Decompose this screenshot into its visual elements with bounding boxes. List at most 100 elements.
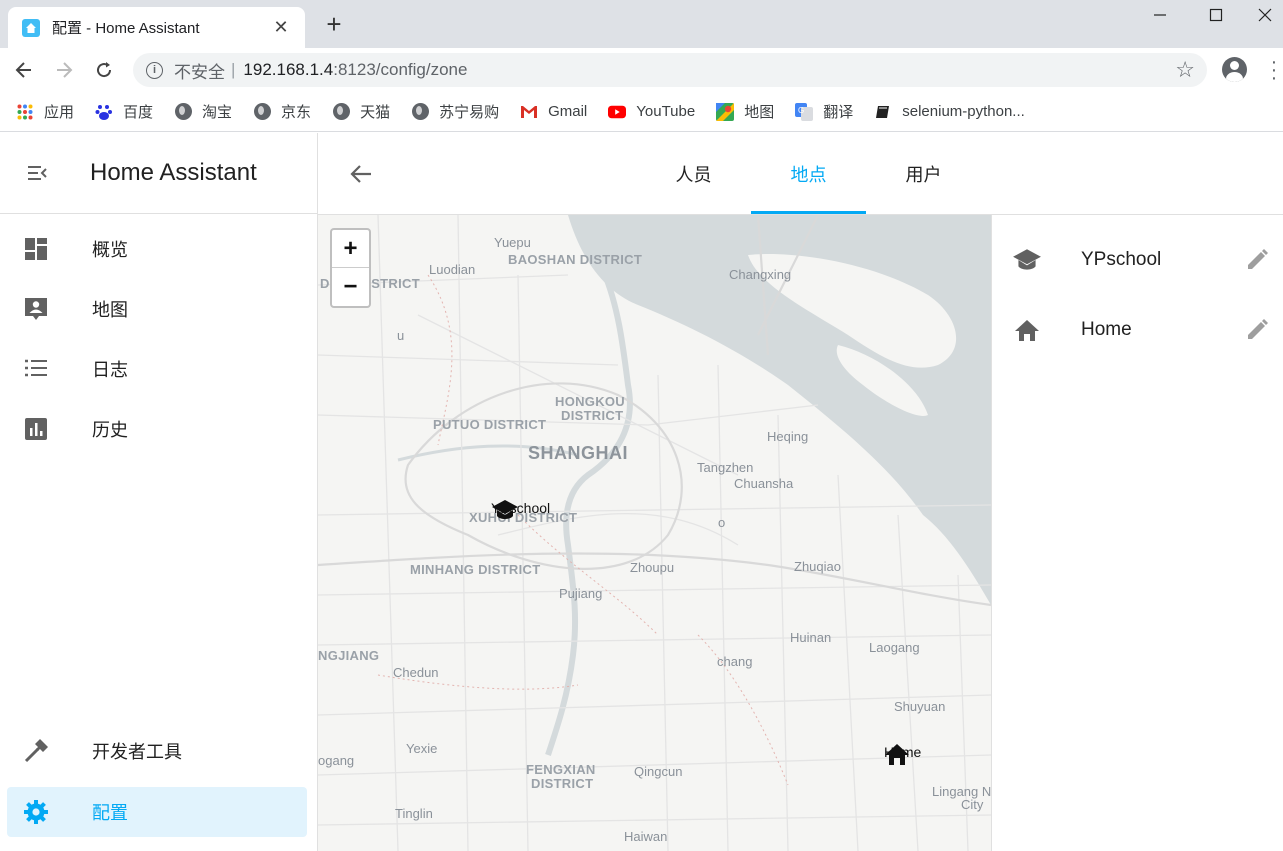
book-icon [874,103,892,121]
svg-text:G: G [798,106,804,115]
sidebar: Home Assistant 概览 地图 日志 历史 开发者工具 配置 [0,133,318,851]
zone-list: YPschool Home [991,215,1283,851]
back-arrow-icon[interactable] [10,56,38,84]
pencil-icon[interactable] [1242,245,1272,275]
map-label: u [397,328,405,343]
sidebar-item-label: 地图 [92,300,128,320]
bookmark-tmall[interactable]: 天猫 [332,101,390,122]
info-icon[interactable]: i [146,61,163,79]
close-tab-icon[interactable]: ✕ [271,17,291,38]
map-label: ogang [318,753,355,768]
pencil-icon[interactable] [1242,315,1272,345]
address-bar[interactable]: i 不安全 | 192.168.1.4 :8123/config/zone ☆ [133,53,1207,87]
sidebar-header: Home Assistant [0,133,317,214]
bookmark-translate[interactable]: G 翻译 [795,101,853,122]
bookmark-jd[interactable]: 京东 [253,101,311,122]
sidebar-item-configuration[interactable]: 配置 [7,787,307,837]
bookmark-youtube[interactable]: YouTube [608,103,695,121]
map-label: PUTUO DISTRICT [433,417,547,432]
map-label: DISTRICT [561,408,624,423]
map-label: Tinglin [395,806,433,821]
map-label: Chuansha [734,476,794,491]
globe-icon [332,103,350,121]
sidebar-title: Home Assistant [90,159,257,186]
sidebar-item-logbook[interactable]: 日志 [7,344,307,394]
map-label: Shuyuan [894,699,946,714]
map-label: BAOSHAN DISTRICT [508,252,643,267]
map-label: o [718,515,726,530]
bookmark-label: YouTube [636,103,696,120]
url-host: 192.168.1.4 [243,60,334,79]
reload-icon[interactable] [90,56,118,84]
map-label: SHANGHAI [528,443,629,463]
insecure-label: 不安全 [174,62,225,82]
bookmark-selenium[interactable]: selenium-python... [874,103,1025,121]
map-label: FENGXIAN [526,762,596,777]
menu-open-icon[interactable] [19,155,55,191]
zoom-out-button[interactable]: − [332,268,369,306]
map-label: Chedun [393,665,439,680]
globe-icon [253,103,271,121]
zone-item[interactable]: YPschool [992,225,1283,295]
map-marker-ypschool[interactable]: YPschool [491,498,550,519]
bookmark-label: 苏宁易购 [439,104,500,121]
sidebar-item-developer-tools[interactable]: 开发者工具 [7,726,307,776]
school-icon [492,500,518,519]
sidebar-item-label: 历史 [92,420,128,440]
tab-persons[interactable]: 人员 [636,133,751,214]
map-label: City [961,797,984,812]
bookmark-star-icon[interactable]: ☆ [1175,57,1195,83]
home-icon [1012,315,1042,345]
bookmark-apps[interactable]: 应用 [16,101,74,122]
map-label: Qingcun [634,764,683,779]
tab-zones[interactable]: 地点 [751,133,866,214]
map-label: NGJIANG [318,648,380,663]
sidebar-item-overview[interactable]: 概览 [7,224,307,274]
map-label: Changxing [729,267,792,282]
sidebar-item-map[interactable]: 地图 [7,284,307,334]
tab-users[interactable]: 用户 [866,133,981,214]
baidu-paw-icon [95,103,113,121]
map-marker-home[interactable]: Home [884,742,921,765]
youtube-icon [608,103,627,121]
school-icon [1012,245,1042,275]
dashboard-icon [23,236,49,262]
bookmark-taobao[interactable]: 淘宝 [174,101,232,122]
bookmark-maps[interactable]: 地图 [716,101,774,122]
forward-arrow-icon[interactable] [50,56,78,84]
zoom-control: + − [330,228,371,308]
cog-icon [23,799,49,825]
bookmark-label: 地图 [744,104,775,121]
tab-title: 配置 - Home Assistant [52,20,200,37]
bookmark-baidu[interactable]: 百度 [95,101,153,122]
browser-menu-icon[interactable]: · · · [1266,52,1282,88]
map-label: Laogang [869,640,920,655]
bookmark-label: 翻译 [823,104,854,121]
profile-avatar-icon[interactable] [1222,57,1247,82]
bookmark-gmail[interactable]: Gmail [520,103,587,121]
zone-map[interactable]: Yuepu BAOSHAN DISTRICT Luodian DING DIST… [318,215,991,851]
config-topbar: 人员 地点 用户 [318,133,1283,215]
sidebar-item-history[interactable]: 历史 [7,404,307,454]
window-close-icon[interactable] [1247,0,1283,30]
zoom-in-button[interactable]: + [332,230,369,268]
map-label: Zhuqiao [794,559,841,574]
zone-item[interactable]: Home [992,295,1283,365]
gmail-icon [520,103,538,121]
url-path: :8123/config/zone [333,60,468,79]
browser-toolbar: i 不安全 | 192.168.1.4 :8123/config/zone ☆ … [0,48,1283,92]
new-tab-button[interactable]: + [320,10,348,38]
zone-name: YPschool [1081,249,1162,270]
maximize-icon[interactable] [1191,0,1241,30]
globe-icon [174,103,192,121]
logbook-list-icon [23,356,49,382]
browser-tab[interactable]: 配置 - Home Assistant ✕ [8,7,305,48]
map-label: Luodian [429,262,476,277]
minimize-icon[interactable] [1135,0,1185,30]
back-arrow-icon[interactable] [346,159,376,189]
bookmark-label: 天猫 [360,104,391,121]
map-label: Tangzhen [697,460,754,475]
translate-icon: G [795,102,814,121]
apps-grid-icon [16,103,34,121]
bookmark-suning[interactable]: 苏宁易购 [411,101,499,122]
